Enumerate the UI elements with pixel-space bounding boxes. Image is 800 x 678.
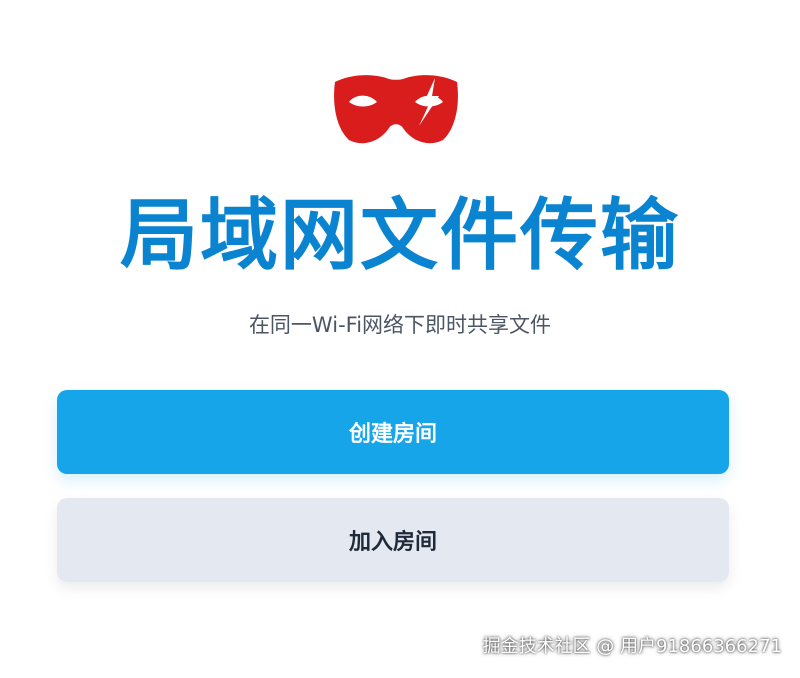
watermark: 掘金技术社区 @ 用户91866366271 [482,636,782,657]
page-subtitle: 在同一Wi-Fi网络下即时共享文件 [248,313,552,337]
page-title: 局域网文件传输 [119,191,680,281]
create-room-button[interactable]: 创建房间 [57,390,729,474]
red-mask-icon [334,75,458,144]
join-room-label: 加入房间 [348,530,437,555]
mask-logo-icon [331,70,461,146]
create-room-label: 创建房间 [348,422,437,447]
join-room-button[interactable]: 加入房间 [57,498,729,582]
